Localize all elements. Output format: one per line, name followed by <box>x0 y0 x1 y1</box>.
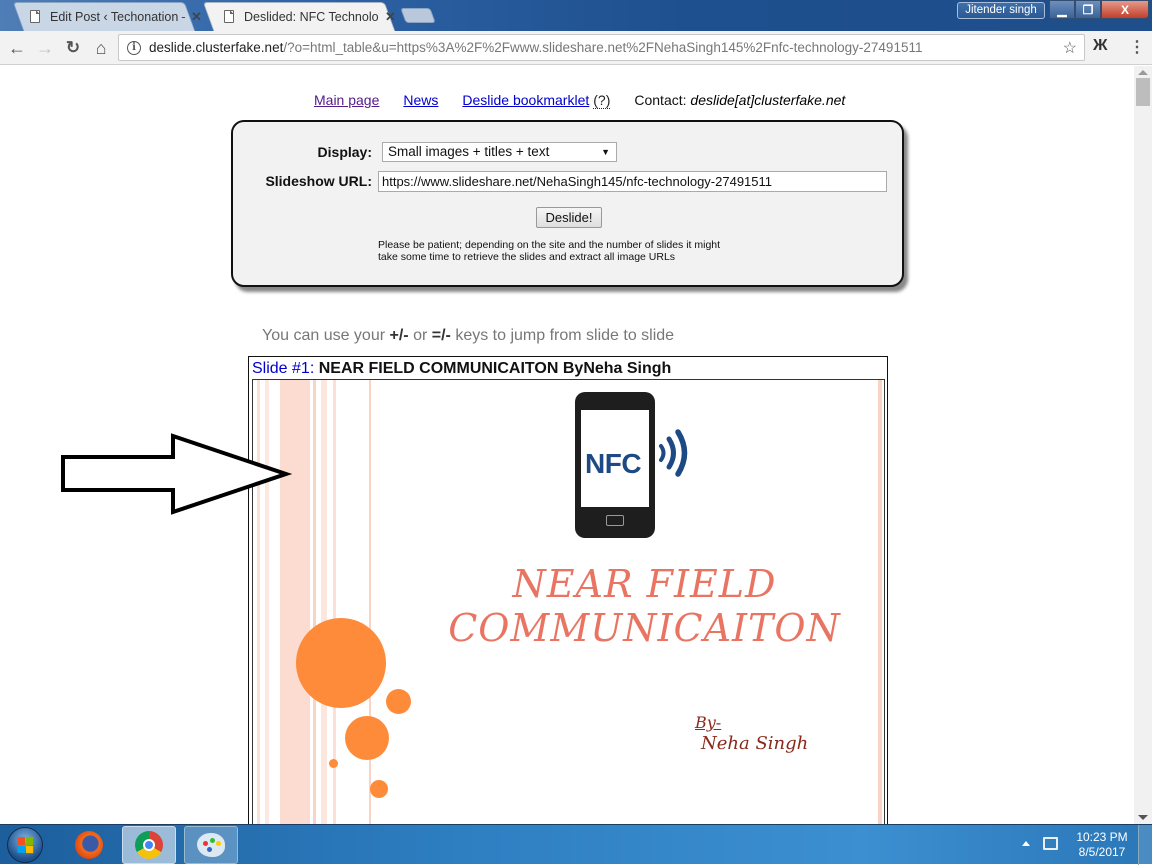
back-button[interactable]: ← <box>5 36 29 60</box>
windows-taskbar: 10:23 PM 8/5/2017 <box>0 824 1152 865</box>
system-clock[interactable]: 10:23 PM 8/5/2017 <box>1072 830 1132 860</box>
slide-container: Slide #1: NEAR FIELD COMMUNICAITON ByNeh… <box>248 356 888 824</box>
keyboard-hint: You can use your +/- or =/- keys to jump… <box>262 327 674 345</box>
chrome-icon <box>135 831 163 859</box>
slide-number[interactable]: Slide #1: <box>252 360 314 377</box>
hint-key: +/- <box>389 327 409 344</box>
nfc-waves-icon <box>659 429 688 477</box>
forward-button[interactable]: → <box>33 36 57 60</box>
phone-home-button <box>606 515 624 526</box>
slide-author: Neha Singh <box>701 733 809 754</box>
hint-middle: or <box>408 327 432 344</box>
phone-illustration: NFC <box>575 392 655 538</box>
page-icon <box>224 10 234 23</box>
extension-icon[interactable]: Ж <box>1093 37 1107 55</box>
scroll-thumb[interactable] <box>1136 78 1150 106</box>
close-tab-icon[interactable]: ✕ <box>385 9 396 25</box>
decorative-circle <box>329 759 338 768</box>
paint-icon <box>197 833 225 857</box>
clock-date: 8/5/2017 <box>1078 845 1126 859</box>
tab-title: Edit Post ‹ Techonation – <box>50 9 185 24</box>
page-icon <box>30 10 40 23</box>
scroll-down-arrow-icon[interactable] <box>1138 815 1148 820</box>
tab-edit-post[interactable]: Edit Post ‹ Techonation – ✕ <box>6 2 202 31</box>
reload-button[interactable]: ↻ <box>61 36 85 60</box>
bookmarklet-help[interactable]: (?) <box>593 92 611 109</box>
taskbar-paint[interactable] <box>184 826 238 864</box>
slide-heading: NEAR FIELD COMMUNICAITON <box>253 562 884 650</box>
window-controls: ▁ ❐ X <box>1049 0 1149 19</box>
start-button[interactable] <box>7 827 43 863</box>
dropdown-arrow-icon: ▼ <box>601 147 610 157</box>
network-icon[interactable] <box>1043 837 1058 850</box>
slide-title-row: Slide #1: NEAR FIELD COMMUNICAITON ByNeh… <box>252 360 671 378</box>
address-bar[interactable]: i deslide.clusterfake.net/?o=html_table&… <box>118 34 1085 61</box>
maximize-button[interactable]: ❐ <box>1075 0 1101 19</box>
firefox-icon <box>75 831 103 859</box>
display-select[interactable]: Small images + titles + text ▼ <box>382 142 617 162</box>
scroll-up-arrow-icon[interactable] <box>1138 70 1148 75</box>
taskbar-firefox[interactable] <box>62 826 116 864</box>
decorative-circle <box>370 780 388 798</box>
annotation-arrow-icon <box>61 433 293 515</box>
tab-title: Deslided: NFC Technolog <box>244 9 379 24</box>
slideshow-url-input[interactable]: https://www.slideshare.net/NehaSingh145/… <box>378 171 887 192</box>
deslide-button[interactable]: Deslide! <box>536 207 602 228</box>
display-label: Display: <box>317 144 372 160</box>
bookmarklet-link[interactable]: Deslide bookmarklet <box>462 92 589 109</box>
nfc-badge-text: NFC <box>585 448 642 479</box>
browser-title-bar: Edit Post ‹ Techonation – ✕ Deslided: NF… <box>0 0 1152 31</box>
show-desktop-button[interactable] <box>1138 825 1152 865</box>
slide-title: NEAR FIELD COMMUNICAITON ByNeha Singh <box>318 360 672 377</box>
contact-label: Contact: <box>634 92 687 108</box>
page-scrollbar[interactable] <box>1134 66 1152 824</box>
decorative-circle <box>345 716 389 760</box>
decorative-circle <box>386 689 411 714</box>
heading-line: COMMUNICAITON <box>448 606 841 650</box>
slide-by-label: By- <box>695 713 722 732</box>
browser-menu-icon[interactable]: ⋮ <box>1129 37 1145 57</box>
bookmark-star-icon[interactable]: ☆ <box>1063 38 1077 58</box>
phone-screen: NFC <box>581 410 649 507</box>
url-host: deslide.clusterfake.net <box>149 40 284 55</box>
close-window-button[interactable]: X <box>1101 0 1149 19</box>
minimize-button[interactable]: ▁ <box>1049 0 1075 19</box>
browser-toolbar: ← → ↻ ⌂ i deslide.clusterfake.net/?o=htm… <box>0 31 1152 65</box>
slide-image: NFC NEAR FIELD COMMUNICAITON By- Neha Si… <box>252 379 885 824</box>
note-line: take some time to retrieve the slides an… <box>378 251 676 263</box>
close-tab-icon[interactable]: ✕ <box>191 9 202 25</box>
hint-key: =/- <box>431 327 451 344</box>
clock-time: 10:23 PM <box>1076 830 1128 844</box>
home-button[interactable]: ⌂ <box>89 36 113 60</box>
hint-suffix: keys to jump from slide to slide <box>450 327 675 344</box>
deslide-form: Display: Small images + titles + text ▼ … <box>231 120 904 287</box>
note-line: Please be patient; depending on the site… <box>378 239 721 251</box>
profile-button[interactable]: Jitender singh <box>957 2 1045 19</box>
heading-line: NEAR FIELD <box>512 562 777 606</box>
site-info-icon[interactable]: i <box>127 40 141 55</box>
contact-email: deslide[at]clusterfake.net <box>690 92 846 108</box>
news-link[interactable]: News <box>403 92 438 109</box>
slideshow-url-label: Slideshow URL: <box>265 173 372 189</box>
patience-note: Please be patient; depending on the site… <box>378 239 778 263</box>
tab-deslided[interactable]: Deslided: NFC Technolog ✕ <box>200 2 398 31</box>
main-page-link[interactable]: Main page <box>314 92 379 109</box>
windows-logo-icon <box>17 836 34 854</box>
new-tab-button[interactable] <box>400 8 436 23</box>
display-selected-value: Small images + titles + text <box>388 144 550 159</box>
top-navigation: Main page News Deslide bookmarklet (?) C… <box>314 92 845 109</box>
show-hidden-icons-icon[interactable] <box>1022 841 1030 846</box>
taskbar-chrome[interactable] <box>122 826 176 864</box>
url-path: /?o=html_table&u=https%3A%2F%2Fwww.slide… <box>283 40 923 55</box>
hint-prefix: You can use your <box>262 327 390 344</box>
